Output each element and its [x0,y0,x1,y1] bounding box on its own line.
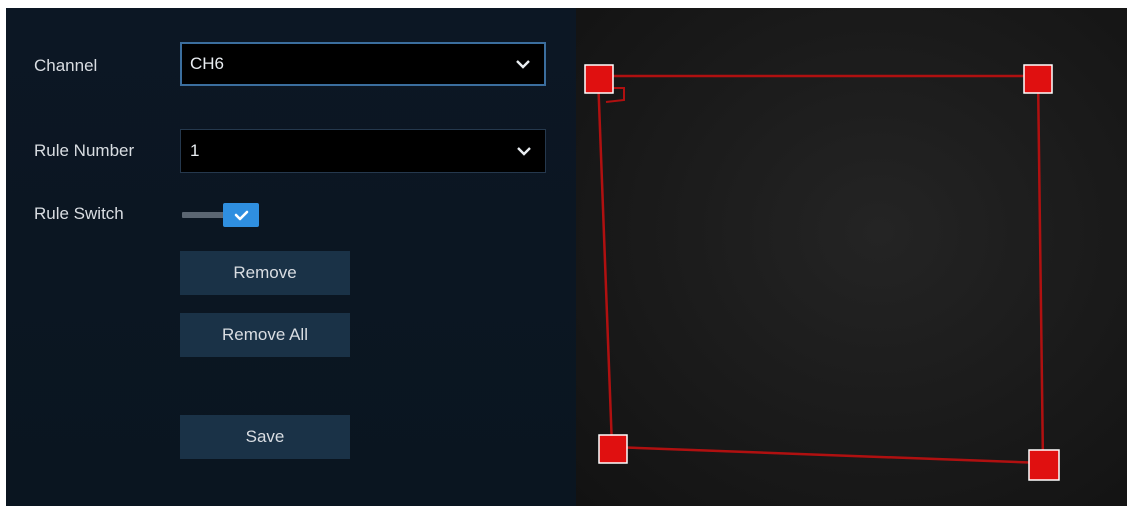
settings-panel: Channel CH6 Rule Number 1 Rule Switch Re… [6,8,576,506]
area-handle-top-left[interactable] [584,64,614,94]
channel-label: Channel [34,56,98,75]
save-button[interactable]: Save [180,415,350,459]
check-icon [234,210,249,221]
channel-select[interactable]: CH6 [180,42,546,86]
remove-button[interactable]: Remove [180,251,350,295]
area-handle-top-right[interactable] [1023,64,1053,94]
rule-switch-toggle[interactable] [180,201,270,231]
area-handle-bottom-left[interactable] [598,434,628,464]
chevron-down-icon [516,60,530,69]
rule-number-value: 1 [190,141,200,160]
camera-preview [576,8,1127,506]
smart-rule-settings-window: Channel CH6 Rule Number 1 Rule Switch Re… [6,8,1127,506]
rule-number-label: Rule Number [34,141,135,160]
rule-switch-label: Rule Switch [34,204,124,223]
detection-area-overlay [584,64,1060,481]
detection-area-outline [596,74,1045,465]
remove-all-button[interactable]: Remove All [180,313,350,357]
chevron-down-icon [517,147,531,156]
rule-number-select[interactable]: 1 [180,129,546,173]
channel-value: CH6 [190,54,225,73]
toggle-knob [223,203,259,227]
area-handle-bottom-right[interactable] [1028,449,1060,481]
